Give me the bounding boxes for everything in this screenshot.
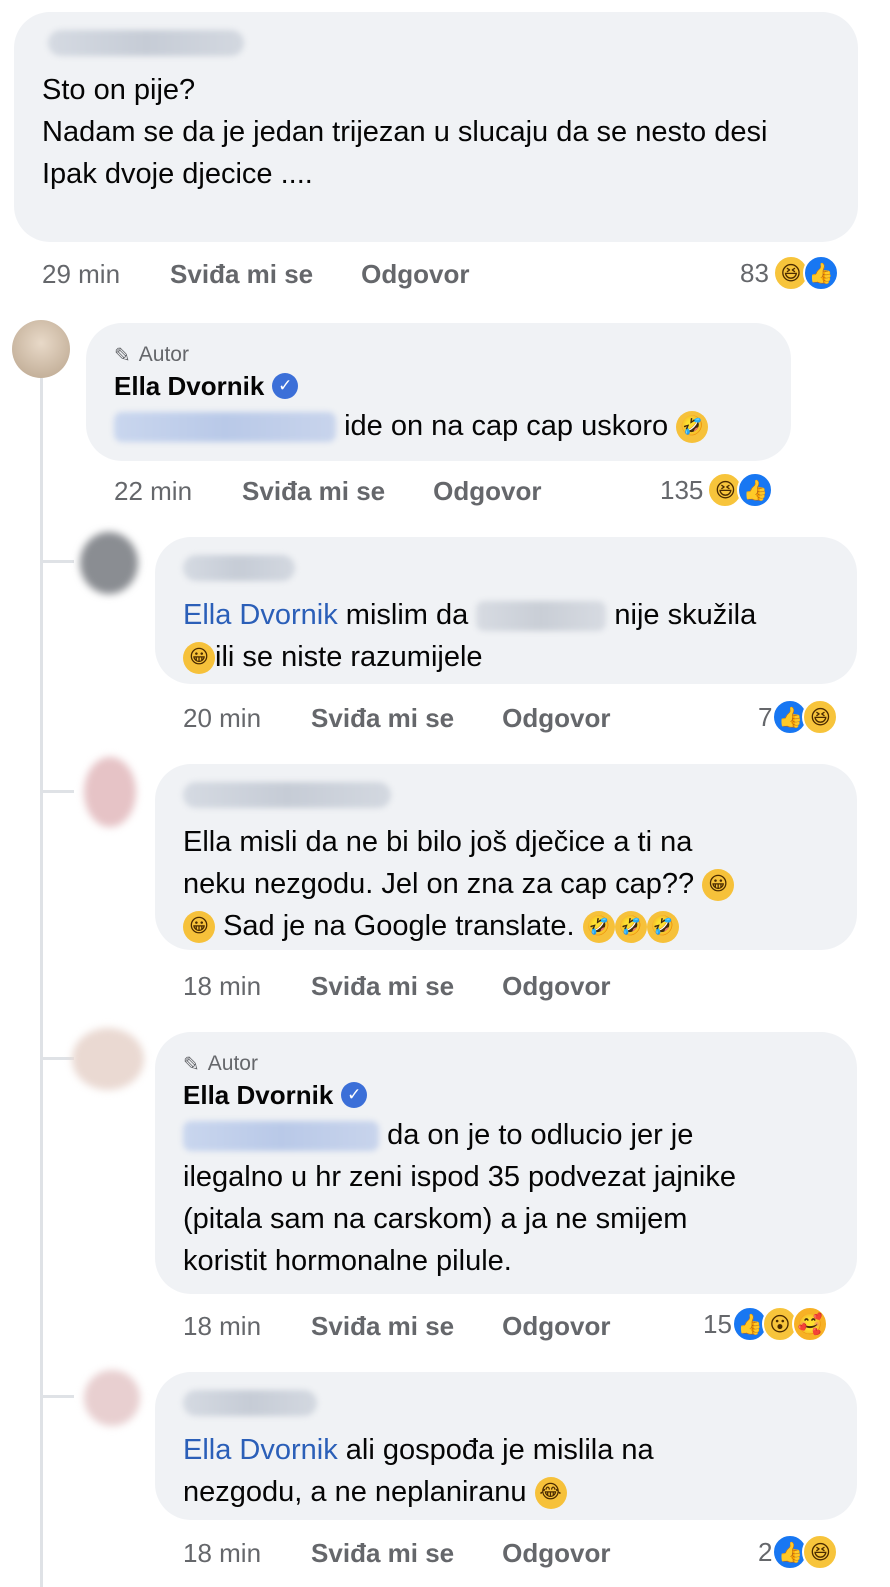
comment-actions: 20 min Sviđa mi se Odgovor <box>183 700 610 736</box>
thread-branch <box>40 790 74 793</box>
microphone-icon: ✎ <box>114 344 131 367</box>
comment-actions: 18 min Sviđa mi se Odgovor <box>183 968 610 1004</box>
verified-check-icon: ✓ <box>272 373 299 399</box>
joy-emoji-icon: 😂 <box>534 1477 567 1510</box>
blurred-commenter-name <box>183 782 391 808</box>
comment-bubble: ✎ Autor Ella Dvornik ✓ ide on na cap cap… <box>86 323 791 461</box>
reaction-summary[interactable]: 7 👍 😆 <box>758 697 839 737</box>
comment-time[interactable]: 18 min <box>183 1311 261 1342</box>
comment-text: Ella Dvornik ali gospođa je mislila na n… <box>183 1434 654 1510</box>
reply-button[interactable]: Odgovor <box>502 1311 610 1342</box>
commenter-name[interactable]: Ella Dvornik ✓ <box>183 1078 829 1112</box>
rofl-emoji-icon: 🤣 <box>676 411 709 444</box>
reply-button[interactable]: Odgovor <box>361 259 469 290</box>
comment-time[interactable]: 18 min <box>183 1538 261 1569</box>
grinning-emoji-icon: 😀 <box>183 911 215 944</box>
comment-text: Ella Dvornik mislim da nije skužila 😀 ili… <box>183 599 757 675</box>
comment-text: ide on na cap cap uskoro 🤣 <box>114 405 763 447</box>
reaction-count: 83 <box>740 257 769 288</box>
comment-actions: 22 min Sviđa mi se Odgovor <box>114 473 541 509</box>
like-icon: 👍 <box>802 255 839 291</box>
comment-bubble: Sto on pije? Nadam se da je jedan trijez… <box>14 12 858 242</box>
like-button[interactable]: Sviđa mi se <box>170 259 313 290</box>
comment-bubble: Ella misli da ne bi bilo još dječice a t… <box>155 764 857 950</box>
comment-actions: 29 min Sviđa mi se Odgovor <box>42 256 469 292</box>
reaction-summary[interactable]: 83 😆 👍 <box>740 253 839 293</box>
rofl-emoji-icon: 🤣 <box>582 911 615 944</box>
mention-link[interactable]: Ella Dvornik <box>183 599 338 631</box>
like-button[interactable]: Sviđa mi se <box>311 1538 454 1569</box>
comment-text: Ella misli da ne bi bilo još dječice a t… <box>183 821 829 947</box>
reaction-count: 15 <box>703 1308 732 1339</box>
comment-time[interactable]: 20 min <box>183 703 261 734</box>
reaction-count: 7 <box>758 701 773 732</box>
mention-link[interactable]: Ella Dvornik <box>183 1434 338 1466</box>
like-button[interactable]: Sviđa mi se <box>311 703 454 734</box>
avatar[interactable] <box>12 320 70 378</box>
comment-bubble: Ella Dvornik ali gospođa je mislila na n… <box>155 1372 857 1520</box>
verified-check-icon: ✓ <box>341 1082 368 1108</box>
grinning-emoji-icon: 😀 <box>183 642 215 675</box>
microphone-icon: ✎ <box>183 1053 200 1076</box>
like-button[interactable]: Sviđa mi se <box>242 476 385 507</box>
comment-text: da on je to odlucio jer je ilegalno u hr… <box>183 1119 736 1277</box>
grinning-emoji-icon: 😀 <box>702 869 735 902</box>
blurred-name <box>476 601 607 632</box>
rofl-emoji-icon: 🤣 <box>646 911 679 944</box>
thread-branch <box>40 1057 74 1060</box>
blurred-mention <box>183 1121 379 1152</box>
thread-branch <box>40 560 74 563</box>
avatar[interactable] <box>72 1028 144 1090</box>
reaction-summary[interactable]: 15 👍 😮 🥰 <box>703 1304 828 1344</box>
author-badge: ✎ Autor <box>183 1052 258 1076</box>
comment-text: Sto on pije? Nadam se da je jedan trijez… <box>42 74 768 190</box>
reply-button[interactable]: Odgovor <box>502 971 610 1002</box>
reply-button[interactable]: Odgovor <box>433 476 541 507</box>
comment-actions: 18 min Sviđa mi se Odgovor <box>183 1535 610 1571</box>
avatar[interactable] <box>84 1370 140 1426</box>
comment-time[interactable]: 18 min <box>183 971 261 1002</box>
avatar[interactable] <box>80 532 138 594</box>
avatar[interactable] <box>84 757 136 827</box>
like-button[interactable]: Sviđa mi se <box>311 971 454 1002</box>
comment-time[interactable]: 29 min <box>42 259 120 290</box>
blurred-commenter-name <box>183 1390 317 1416</box>
like-icon: 👍 <box>737 472 774 508</box>
haha-icon: 😆 <box>802 1534 839 1570</box>
reply-button[interactable]: Odgovor <box>502 703 610 734</box>
blurred-mention <box>114 412 336 443</box>
blurred-commenter-name <box>48 30 244 56</box>
commenter-name[interactable]: Ella Dvornik ✓ <box>114 369 763 403</box>
reaction-summary[interactable]: 135 😆 👍 <box>660 470 774 510</box>
comment-actions: 18 min Sviđa mi se Odgovor <box>183 1308 610 1344</box>
rofl-emoji-icon: 🤣 <box>614 911 647 944</box>
comment-bubble: Ella Dvornik mislim da nije skužila 😀 ili… <box>155 537 857 684</box>
reaction-count: 135 <box>660 474 704 505</box>
blurred-commenter-name <box>183 555 295 581</box>
reaction-count: 2 <box>758 1536 773 1567</box>
reaction-summary[interactable]: 2 👍 😆 <box>758 1532 839 1572</box>
comment-time[interactable]: 22 min <box>114 476 192 507</box>
thread-branch <box>40 1395 74 1398</box>
haha-icon: 😆 <box>802 699 839 735</box>
comment-bubble: ✎ Autor Ella Dvornik ✓ da on je to odluc… <box>155 1032 857 1294</box>
reply-button[interactable]: Odgovor <box>502 1538 610 1569</box>
like-button[interactable]: Sviđa mi se <box>311 1311 454 1342</box>
care-icon: 🥰 <box>791 1306 828 1342</box>
author-badge: ✎ Autor <box>114 343 189 367</box>
